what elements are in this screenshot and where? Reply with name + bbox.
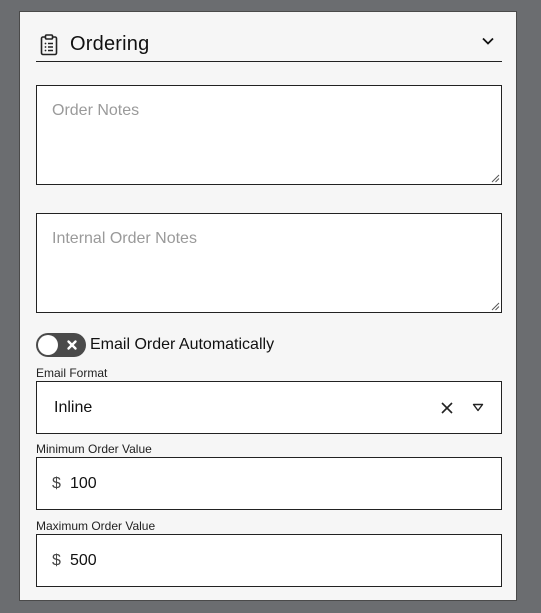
chevron-down-icon[interactable] (480, 33, 496, 49)
clipboard-list-icon (38, 33, 60, 57)
max-order-field: $ (36, 534, 502, 587)
email-auto-label: Email Order Automatically (90, 336, 275, 353)
email-format-select[interactable]: Inline (36, 381, 502, 434)
min-order-input[interactable] (70, 474, 470, 493)
toggle-knob (38, 335, 58, 355)
resize-handle-icon[interactable] (491, 302, 500, 311)
max-order-label: Maximum Order Value (36, 519, 156, 533)
max-order-input[interactable] (70, 551, 470, 570)
order-notes-textarea[interactable] (37, 86, 501, 184)
dropdown-triangle-icon[interactable] (471, 401, 485, 415)
email-auto-toggle[interactable] (36, 333, 86, 357)
email-format-value: Inline (54, 398, 93, 416)
ordering-panel: Ordering Email Order Automatically (19, 11, 517, 601)
internal-order-notes-textarea[interactable] (37, 214, 501, 312)
close-icon (67, 340, 77, 350)
email-format-label: Email Format (36, 366, 108, 380)
internal-order-notes-box (36, 213, 502, 313)
resize-handle-icon[interactable] (491, 174, 500, 183)
order-notes-box (36, 85, 502, 185)
min-order-field: $ (36, 457, 502, 510)
clear-icon[interactable] (439, 400, 455, 416)
email-auto-row: Email Order Automatically (36, 333, 274, 357)
section-title: Ordering (70, 33, 150, 55)
dollar-sign-icon: $ (52, 474, 61, 492)
dollar-sign-icon: $ (52, 551, 61, 569)
section-header[interactable]: Ordering (36, 28, 502, 62)
min-order-label: Minimum Order Value (36, 442, 152, 456)
